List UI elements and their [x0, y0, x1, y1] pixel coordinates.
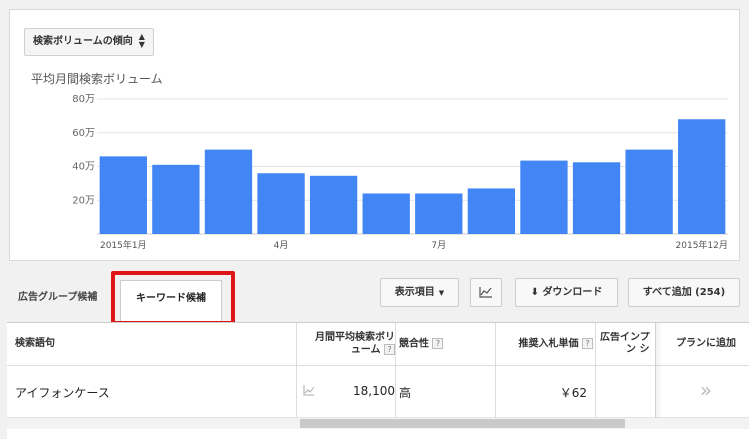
- header-suggested-bid-label: 推奨入札単価: [518, 338, 579, 350]
- header-keyword[interactable]: 検索語句: [15, 338, 55, 350]
- x-tick-label: 2015年1月: [100, 239, 147, 251]
- chart-toggle-button[interactable]: [470, 278, 502, 307]
- bar: [467, 188, 516, 234]
- header-avg-volume[interactable]: 月間平均検索ボリ ューム ?: [303, 332, 395, 357]
- add-to-plan-button[interactable]: »: [663, 378, 749, 402]
- horizontal-scrollbar-thumb[interactable]: [300, 419, 625, 428]
- line-chart-icon: [479, 287, 492, 298]
- x-tick-label: 2015年12月: [676, 239, 728, 251]
- download-icon: ⬇: [530, 287, 539, 298]
- download-label: ダウンロード: [542, 287, 603, 298]
- bar: [257, 173, 305, 234]
- bar: [362, 193, 410, 234]
- keyword-cell: アイフォンケース: [15, 386, 110, 400]
- header-add-to-plan: プランに追加: [676, 338, 736, 349]
- bar-chart: 20万 40万 60万 80万 2015年1月 4月 7月 2015年12月: [72, 94, 728, 251]
- mini-line-chart-icon: [303, 385, 315, 396]
- header-competition[interactable]: 競合性 ?: [399, 338, 444, 351]
- tab-ad-group-ideas[interactable]: 広告グループ候補: [18, 291, 97, 305]
- bar: [309, 175, 358, 234]
- header-impressions-line2: ン シ: [626, 344, 650, 355]
- competition-cell: 高: [399, 386, 412, 400]
- x-tick-label: 4月: [274, 240, 289, 251]
- bar: [572, 162, 621, 234]
- table-row: アイフォンケース 18,100 高 ￥62 »: [7, 366, 749, 418]
- columns-label: 表示項目: [394, 287, 435, 298]
- bar: [99, 156, 147, 234]
- table-header: 検索語句 月間平均検索ボリ ューム ? 競合性 ? 推奨入札単価 ? 広告インプ…: [7, 323, 749, 366]
- column-divider: [495, 323, 496, 418]
- x-tick-label: 7月: [431, 240, 446, 251]
- y-tick-label: 40万: [72, 162, 95, 173]
- trend-chart-icon[interactable]: [303, 385, 315, 399]
- help-icon[interactable]: ?: [432, 338, 444, 349]
- bar: [204, 149, 253, 234]
- download-button[interactable]: ⬇ ダウンロード: [515, 278, 618, 307]
- bar: [152, 164, 200, 234]
- help-icon[interactable]: ?: [384, 344, 395, 355]
- bid-cell: ￥62: [559, 386, 587, 400]
- header-competition-label: 競合性: [399, 338, 429, 350]
- header-avg-volume-line1: 月間平均検索ボリ: [315, 332, 395, 343]
- header-ad-impression-share[interactable]: 広告インプ ン シ: [600, 332, 660, 356]
- y-tick-label: 80万: [72, 94, 95, 105]
- dropdown-caret-icon: ▼: [438, 289, 445, 297]
- help-icon[interactable]: ?: [582, 338, 593, 349]
- columns-button[interactable]: 表示項目 ▼: [380, 278, 459, 307]
- frozen-column-shadow: [655, 323, 663, 418]
- bar: [415, 193, 463, 234]
- volume-cell: 18,100: [353, 384, 395, 398]
- keyword-table: 検索語句 月間平均検索ボリ ューム ? 競合性 ? 推奨入札単価 ? 広告インプ…: [7, 322, 749, 439]
- bar: [625, 149, 673, 234]
- add-all-button[interactable]: すべて追加 (254): [628, 278, 740, 307]
- bar: [520, 160, 568, 234]
- header-suggested-bid[interactable]: 推奨入札単価 ?: [501, 338, 593, 351]
- bar: [678, 119, 726, 234]
- header-impressions-line1: 広告インプ: [600, 332, 650, 343]
- header-avg-volume-line2: ューム: [350, 344, 381, 356]
- tab-keyword-ideas[interactable]: キーワード候補: [120, 280, 222, 322]
- column-divider: [595, 323, 596, 418]
- y-tick-label: 60万: [72, 128, 95, 139]
- y-tick-label: 20万: [72, 195, 95, 206]
- column-divider: [395, 323, 396, 418]
- column-divider: [296, 323, 297, 418]
- tab-keyword-ideas-label: キーワード候補: [136, 293, 206, 304]
- trend-chart-panel: 検索ボリュームの傾向 ▲ ▼ 平均月間検索ボリューム 20万 40万 60万 80万 201…: [9, 9, 740, 261]
